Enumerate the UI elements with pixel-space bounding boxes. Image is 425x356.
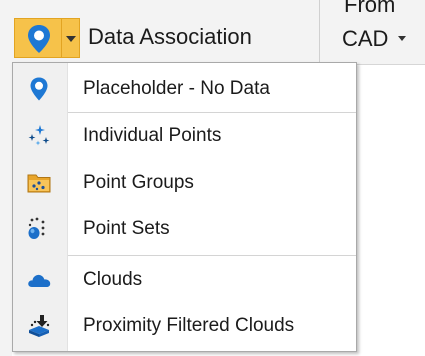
data-association-label[interactable]: Data Association (88, 24, 252, 50)
from-cad-label-line2[interactable]: CAD (342, 26, 388, 52)
from-cad-label-line1[interactable]: From (344, 0, 395, 18)
menu-separator (68, 112, 356, 113)
data-association-split-button[interactable] (14, 18, 62, 58)
menu-item-label: Proximity Filtered Clouds (83, 315, 295, 336)
location-pin-icon (28, 25, 50, 53)
point-groups-icon (27, 174, 51, 193)
menu-separator (68, 255, 356, 256)
menu-item-clouds[interactable]: Clouds (13, 260, 356, 300)
menu-item-label: Point Groups (83, 172, 194, 193)
menu-item-point-sets[interactable]: Point Sets (13, 209, 356, 249)
menu-item-placeholder-no-data[interactable]: Placeholder - No Data (13, 69, 356, 109)
menu-item-proximity-filtered-clouds[interactable]: Proximity Filtered Clouds (13, 306, 356, 346)
proximity-filter-icon (29, 315, 50, 337)
menu-item-label: Point Sets (83, 218, 170, 239)
point-sets-icon (28, 217, 45, 239)
menu-item-point-groups[interactable]: Point Groups (13, 163, 356, 203)
ribbon-separator (319, 0, 320, 64)
location-pin-icon (30, 77, 48, 101)
menu-item-individual-points[interactable]: Individual Points (13, 116, 356, 156)
sparkle-points-icon (28, 125, 50, 146)
menu-item-label: Individual Points (83, 125, 222, 146)
cloud-icon (28, 274, 51, 287)
data-association-menu: Placeholder - No Data Individual Points … (12, 62, 357, 352)
data-association-dropdown-arrow[interactable] (62, 18, 80, 58)
from-cad-dropdown-arrow-icon[interactable] (398, 36, 406, 41)
chevron-down-icon (66, 36, 76, 42)
background-panel-edge (0, 64, 12, 356)
menu-item-label: Placeholder - No Data (83, 78, 270, 99)
ribbon-bar: Data Association From CAD (0, 0, 425, 65)
menu-item-label: Clouds (83, 269, 143, 290)
